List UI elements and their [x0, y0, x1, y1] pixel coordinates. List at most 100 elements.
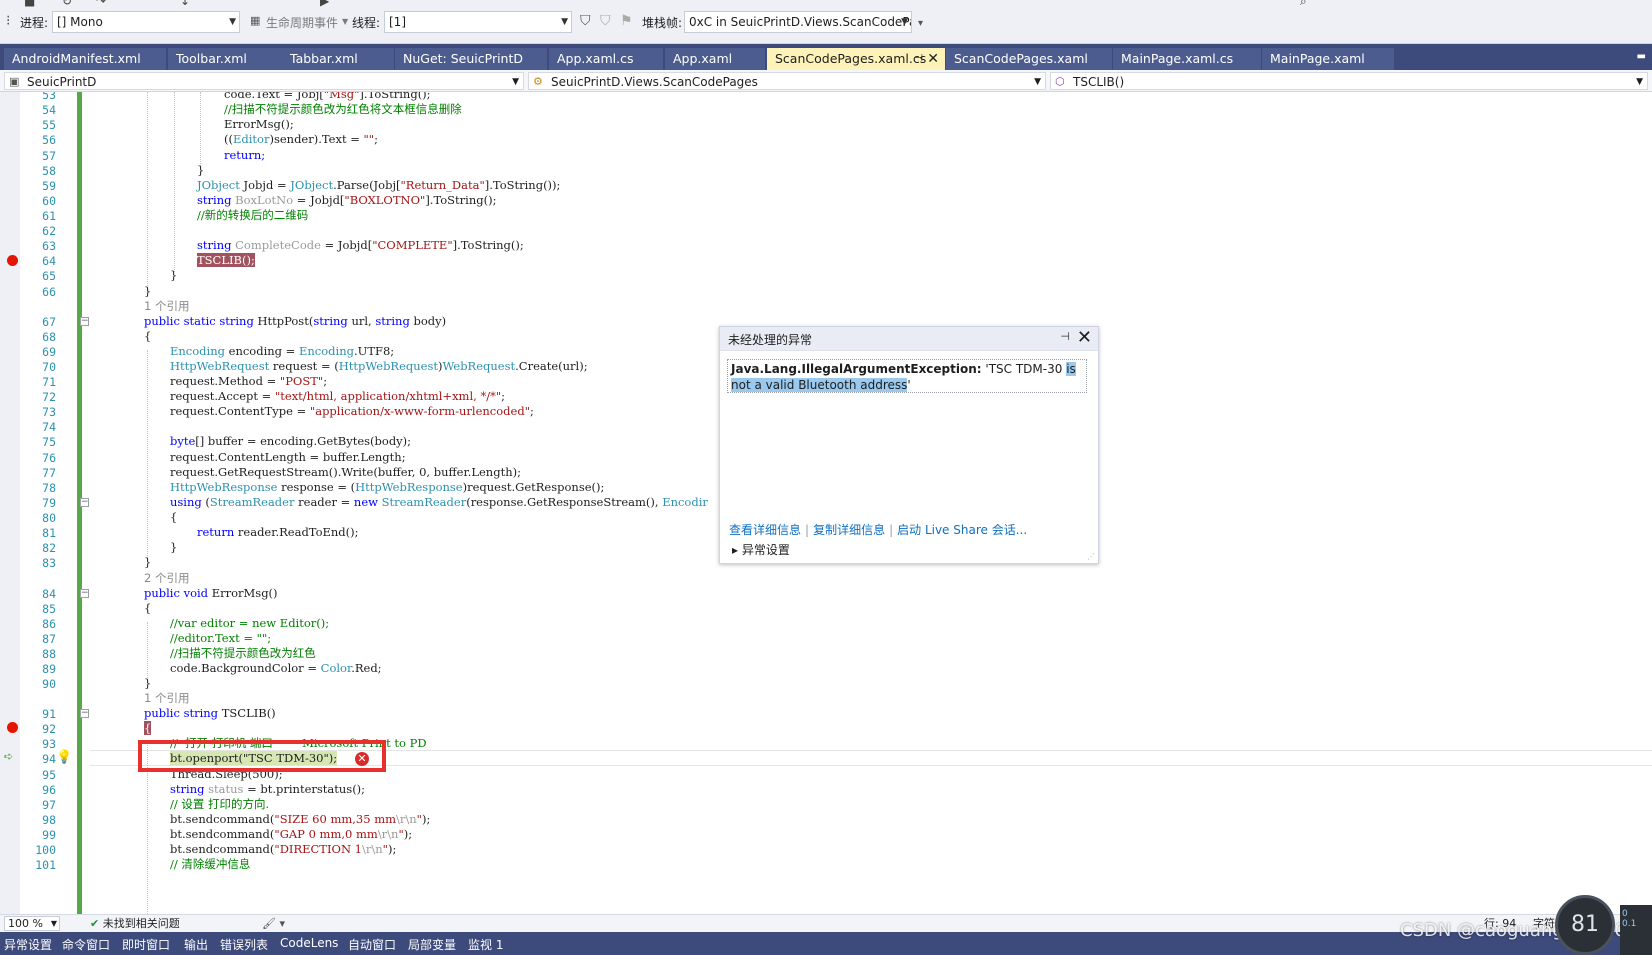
code-line-67[interactable]: public static string HttpPost(string url…	[144, 313, 446, 329]
tab-app-xaml-cs[interactable]: App.xaml.cs	[549, 48, 663, 70]
class-combo[interactable]: ⚙ SeuicPrintD.Views.ScanCodePages ▼	[528, 72, 1046, 90]
tab-androidmanifest[interactable]: AndroidManifest.xml	[4, 48, 166, 70]
tab-mainpage-xaml-cs[interactable]: MainPage.xaml.cs	[1113, 48, 1261, 70]
code-line-91[interactable]: public string TSCLIB()	[144, 705, 276, 721]
code-line-97[interactable]: // 设置 打印的方向.	[170, 796, 269, 812]
tab-locals[interactable]: 局部变量	[408, 936, 456, 953]
filter-icon[interactable]: ⛉	[580, 13, 591, 29]
code-line-60[interactable]: string BoxLotNo = Jobjd["BOXLOTNO"].ToSt…	[197, 192, 496, 208]
code-line-54[interactable]: //扫描不符提示颜色改为红色将文本框信息删除	[224, 101, 462, 117]
restart-icon[interactable]: ↻	[62, 0, 72, 8]
pin-icon[interactable]: ⊣	[1060, 330, 1070, 343]
issues-indicator[interactable]: ✔ 未找到相关问题	[90, 915, 180, 932]
stack-frame-combo[interactable]: 0xC in SeuicPrintD.Views.ScanCodePag ▼	[684, 11, 912, 33]
close-icon[interactable]: ✕	[1077, 327, 1092, 348]
code-line-99[interactable]: bt.sendcommand("GAP 0 mm,0 mm\r\n");	[170, 826, 412, 842]
breakpoint-icon[interactable]	[7, 722, 18, 733]
code-cleanup-icon[interactable]: 🖌 ▾	[262, 915, 285, 932]
code-line-58[interactable]: }	[197, 162, 204, 178]
step-into-icon[interactable]: ↓	[180, 0, 190, 8]
tab-exception-settings[interactable]: 异常设置	[4, 936, 52, 953]
pin-icon[interactable]: ⊣	[914, 48, 923, 70]
stop-icon[interactable]: ■	[24, 0, 35, 8]
tab-codelens[interactable]: CodeLens	[280, 936, 338, 950]
toolbar-overflow-icon[interactable]: ▾	[918, 18, 923, 29]
code-line-98[interactable]: bt.sendcommand("SIZE 60 mm,35 mm\r\n");	[170, 811, 430, 827]
code-line-80[interactable]: {	[170, 509, 177, 525]
codelens-references[interactable]: 1 个引用	[144, 298, 189, 314]
tab-scancodepages-xaml[interactable]: ScanCodePages.xaml	[946, 48, 1112, 70]
codelens-references[interactable]: 2 个引用	[144, 570, 189, 586]
flag-icon[interactable]: ⚑	[620, 13, 633, 29]
glyph-margin[interactable]	[0, 92, 20, 914]
code-line-86[interactable]: //var editor = new Editor();	[170, 615, 329, 631]
step-over-icon[interactable]: ↷	[96, 0, 106, 8]
tab-autos[interactable]: 自动窗口	[348, 936, 396, 953]
tab-watch-1[interactable]: 监视 1	[468, 936, 503, 953]
code-line-83[interactable]: }	[144, 554, 151, 570]
collapse-icon[interactable]: −	[80, 709, 89, 718]
process-combo[interactable]: [] Mono ▼	[52, 11, 240, 33]
code-line-75[interactable]: byte[] buffer = encoding.GetBytes(body);	[170, 433, 411, 449]
code-line-78[interactable]: HttpWebResponse response = (HttpWebRespo…	[170, 479, 604, 495]
filter-threads-icon[interactable]: ⛉	[600, 13, 611, 29]
resize-grip-icon[interactable]: ⋰	[1087, 552, 1095, 561]
code-line-76[interactable]: request.ContentLength = buffer.Length;	[170, 449, 406, 465]
code-line-101[interactable]: // 清除缓冲信息	[170, 856, 250, 872]
code-line-79[interactable]: using (StreamReader reader = new StreamR…	[170, 494, 708, 510]
close-icon[interactable]: ✕	[927, 48, 939, 70]
tab-command-window[interactable]: 命令窗口	[62, 936, 110, 953]
code-line-96[interactable]: string status = bt.printerstatus();	[170, 781, 365, 797]
collapse-icon[interactable]: −	[80, 317, 89, 326]
collapse-icon[interactable]: −	[80, 498, 89, 507]
code-line-61[interactable]: //新的转换后的二维码	[197, 207, 308, 223]
codelens-references[interactable]: 1 个引用	[144, 690, 189, 706]
lightbulb-icon[interactable]: 💡	[56, 750, 72, 765]
zoom-combo[interactable]: 100 % ▼	[4, 916, 60, 931]
collapse-icon[interactable]: −	[80, 589, 89, 598]
code-line-88[interactable]: //扫描不符提示颜色改为红色	[170, 645, 316, 661]
error-icon[interactable]: ✕	[355, 752, 369, 766]
tab-error-list[interactable]: 错误列表	[220, 936, 268, 953]
tab-nuget[interactable]: NuGet: SeuicPrintD	[395, 48, 547, 70]
tab-immediate-window[interactable]: 即时窗口	[122, 936, 170, 953]
tab-output[interactable]: 输出	[184, 936, 208, 953]
code-line-72[interactable]: request.Accept = "text/html, application…	[170, 388, 505, 404]
code-line-66[interactable]: }	[144, 283, 151, 299]
code-line-56[interactable]: ((Editor)sender).Text = "";	[224, 131, 378, 147]
code-line-63[interactable]: string CompleteCode = Jobjd["COMPLETE"].…	[197, 237, 524, 253]
code-line-85[interactable]: {	[144, 600, 151, 616]
code-line-89[interactable]: code.BackgroundColor = Color.Red;	[170, 660, 382, 676]
tab-scancodepages-xaml-cs[interactable]: ScanCodePages.xaml.cs ⊣ ✕	[767, 48, 945, 70]
code-line-87[interactable]: //editor.Text = "";	[170, 630, 271, 646]
code-line-57[interactable]: return;	[224, 147, 265, 163]
code-line-71[interactable]: request.Method = "POST";	[170, 373, 327, 389]
search-icon[interactable]: ⌕	[1300, 0, 1307, 8]
code-line-92[interactable]: {	[144, 720, 152, 736]
tab-tabbar-xml[interactable]: Tabbar.xml	[282, 48, 394, 70]
code-line-84[interactable]: public void ErrorMsg()	[144, 585, 278, 601]
code-line-82[interactable]: }	[170, 539, 177, 555]
exception-message[interactable]: Java.Lang.IllegalArgumentException: 'TSC…	[727, 359, 1087, 393]
copy-details-link[interactable]: 复制详细信息	[813, 523, 885, 537]
code-line-64[interactable]: TSCLIB();	[197, 252, 255, 268]
debug-icon[interactable]: ▶	[320, 0, 329, 8]
tab-mainpage-xaml[interactable]: MainPage.xaml	[1262, 48, 1394, 70]
code-line-68[interactable]: {	[144, 328, 151, 344]
tab-toolbar-xml[interactable]: Toolbar.xml	[168, 48, 294, 70]
lifecycle-events[interactable]: 生命周期事件	[266, 14, 338, 31]
code-line-55[interactable]: ErrorMsg();	[224, 116, 294, 132]
thread-combo[interactable]: [1] ▼	[384, 11, 572, 33]
project-combo[interactable]: ▣ SeuicPrintD ▼	[4, 72, 524, 90]
code-line-69[interactable]: Encoding encoding = Encoding.UTF8;	[170, 343, 394, 359]
code-editor[interactable]: 53 54 55 56 57 58 59 60 61 62 63 64 65 66 67 68 69 70 71 72…	[0, 92, 1652, 914]
live-share-link[interactable]: 启动 Live Share 会话...	[897, 523, 1027, 537]
view-details-link[interactable]: 查看详细信息	[729, 523, 801, 537]
code-line-70[interactable]: HttpWebRequest request = (HttpWebRequest…	[170, 358, 588, 374]
code-line-59[interactable]: JObject Jobjd = JObject.Parse(Jobj["Retu…	[197, 177, 560, 193]
exception-settings-expander[interactable]: ▸ 异常设置	[732, 541, 790, 558]
tab-app-xaml[interactable]: App.xaml	[665, 48, 765, 70]
code-line-77[interactable]: request.GetRequestStream().Write(buffer,…	[170, 464, 521, 480]
code-line-73[interactable]: request.ContentType = "application/x-www…	[170, 403, 534, 419]
code-line-65[interactable]: }	[170, 267, 177, 283]
